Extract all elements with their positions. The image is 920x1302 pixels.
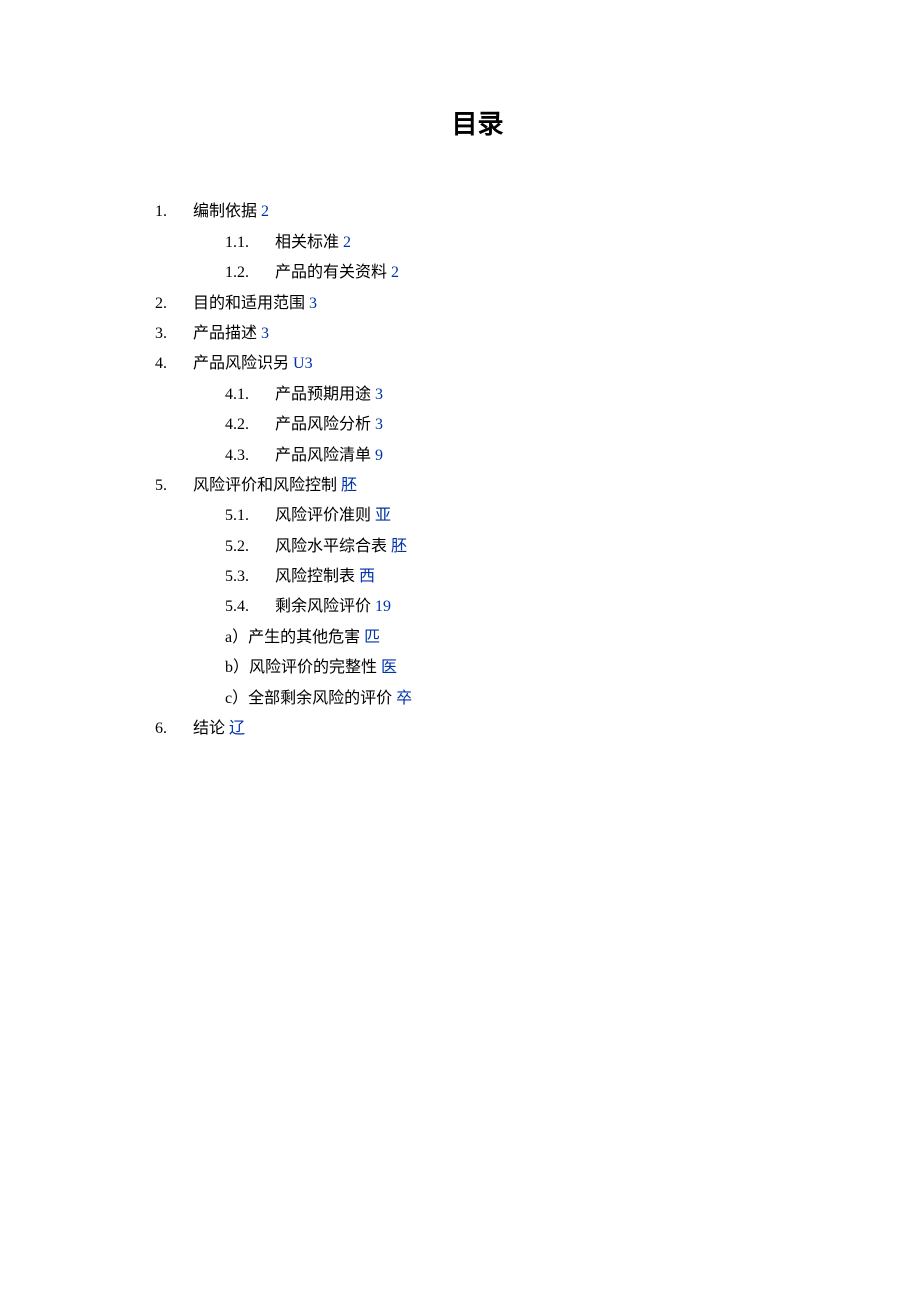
toc-page-link[interactable]: 卒 [396,690,412,707]
toc-title-text: 全部剩余风险的评价 [248,690,392,707]
toc-item-title: 产品预期用途3 [275,380,383,410]
toc-title-text: 风险评价准则 [275,507,371,524]
toc-item-number: 6. [155,714,193,744]
toc-item-title: 产品风险识另U3 [193,349,313,379]
toc-level1-item: 4.产品风险识另U3 [155,349,800,379]
toc-item-title: 目的和适用范围3 [193,289,317,319]
toc-alpha-marker: b） [225,659,249,676]
toc-page-link[interactable]: 胚 [391,538,407,555]
toc-item-title: 风险控制表西 [275,562,375,592]
toc-item-number: 1.2. [225,258,275,288]
toc-level2-item: 1.2.产品的有关资料2 [155,258,800,288]
toc-level2-item: 4.2.产品风险分析3 [155,410,800,440]
toc-title-text: 产品的有关资料 [275,264,387,281]
toc-level2-item: 4.1.产品预期用途3 [155,380,800,410]
toc-level2-item: 5.1.风险评价准则亚 [155,501,800,531]
toc-item-title: 风险评价和风险控制胚 [193,471,357,501]
toc-item-number: 4.1. [225,380,275,410]
toc-level1-item: 2.目的和适用范围3 [155,289,800,319]
toc-title: 目录 [155,100,800,149]
toc-item-title: 产品的有关资料2 [275,258,399,288]
toc-item-number: 2. [155,289,193,319]
toc-title-text: 结论 [193,720,225,737]
toc-item-number: 4.2. [225,410,275,440]
toc-title-text: 产品预期用途 [275,386,371,403]
toc-title-text: 目的和适用范围 [193,295,305,312]
toc-item-title: 相关标准2 [275,228,351,258]
toc-page-link[interactable]: 3 [375,416,383,433]
toc-title-text: 风险评价的完整性 [249,659,377,676]
toc-item-title: 风险评价准则亚 [275,501,391,531]
toc-item-number: 4. [155,349,193,379]
toc-page-link[interactable]: 2 [261,203,269,220]
toc-item-number: 3. [155,319,193,349]
toc-title-text: 风险水平综合表 [275,538,387,555]
toc-item-number: 5.2. [225,532,275,562]
toc-item-title: 剩余风险评价19 [275,592,391,622]
toc-page-link[interactable]: 医 [381,659,397,676]
toc-title-text: 产品描述 [193,325,257,342]
toc-title-text: 编制依据 [193,203,257,220]
toc-item-number: 5. [155,471,193,501]
toc-title-text: 剩余风险评价 [275,598,371,615]
document-page: 目录 1.编制依据21.1.相关标准21.2.产品的有关资料22.目的和适用范围… [0,0,920,744]
toc-item-title: 风险水平综合表胚 [275,532,407,562]
toc-item-title: a）产生的其他危害匹 [225,623,380,653]
toc-level1-item: 3.产品描述3 [155,319,800,349]
toc-item-number: 1. [155,197,193,227]
toc-item-title: c）全部剩余风险的评价卒 [225,684,412,714]
toc-page-link[interactable]: 匹 [364,629,380,646]
toc-title-text: 产品风险识另 [193,355,289,372]
toc-item-title: b）风险评价的完整性医 [225,653,397,683]
toc-title-text: 风险评价和风险控制 [193,477,337,494]
toc-page-link[interactable]: 西 [359,568,375,585]
toc-level2-alpha-item: a）产生的其他危害匹 [155,623,800,653]
toc-title-text: 产生的其他危害 [248,629,360,646]
table-of-contents: 1.编制依据21.1.相关标准21.2.产品的有关资料22.目的和适用范围33.… [155,197,800,744]
toc-item-title: 结论辽 [193,714,245,744]
toc-page-link[interactable]: 2 [343,234,351,251]
toc-page-link[interactable]: 3 [261,325,269,342]
toc-level2-item: 5.4.剩余风险评价19 [155,592,800,622]
toc-level1-item: 6.结论辽 [155,714,800,744]
toc-title-text: 产品风险分析 [275,416,371,433]
toc-page-link[interactable]: 3 [309,295,317,312]
toc-item-title: 产品描述3 [193,319,269,349]
toc-page-link[interactable]: 19 [375,598,391,615]
toc-item-number: 5.4. [225,592,275,622]
toc-level2-alpha-item: c）全部剩余风险的评价卒 [155,684,800,714]
toc-page-link[interactable]: 9 [375,447,383,464]
toc-page-link[interactable]: 3 [375,386,383,403]
toc-page-link[interactable]: 辽 [229,720,245,737]
toc-level2-item: 1.1.相关标准2 [155,228,800,258]
toc-item-title: 产品风险分析3 [275,410,383,440]
toc-item-number: 5.3. [225,562,275,592]
toc-alpha-marker: a） [225,629,248,646]
toc-page-link[interactable]: 2 [391,264,399,281]
toc-level1-item: 1.编制依据2 [155,197,800,227]
toc-title-text: 风险控制表 [275,568,355,585]
toc-page-link[interactable]: 亚 [375,507,391,524]
toc-level2-alpha-item: b）风险评价的完整性医 [155,653,800,683]
toc-page-link[interactable]: U3 [293,355,313,372]
toc-item-number: 4.3. [225,441,275,471]
toc-level2-item: 5.2.风险水平综合表胚 [155,532,800,562]
toc-alpha-marker: c） [225,690,248,707]
toc-title-text: 产品风险清单 [275,447,371,464]
toc-level2-item: 4.3.产品风险清单9 [155,441,800,471]
toc-item-title: 产品风险清单9 [275,441,383,471]
toc-item-title: 编制依据2 [193,197,269,227]
toc-page-link[interactable]: 胚 [341,477,357,494]
toc-item-number: 5.1. [225,501,275,531]
toc-level1-item: 5.风险评价和风险控制胚 [155,471,800,501]
toc-level2-item: 5.3.风险控制表西 [155,562,800,592]
toc-item-number: 1.1. [225,228,275,258]
toc-title-text: 相关标准 [275,234,339,251]
